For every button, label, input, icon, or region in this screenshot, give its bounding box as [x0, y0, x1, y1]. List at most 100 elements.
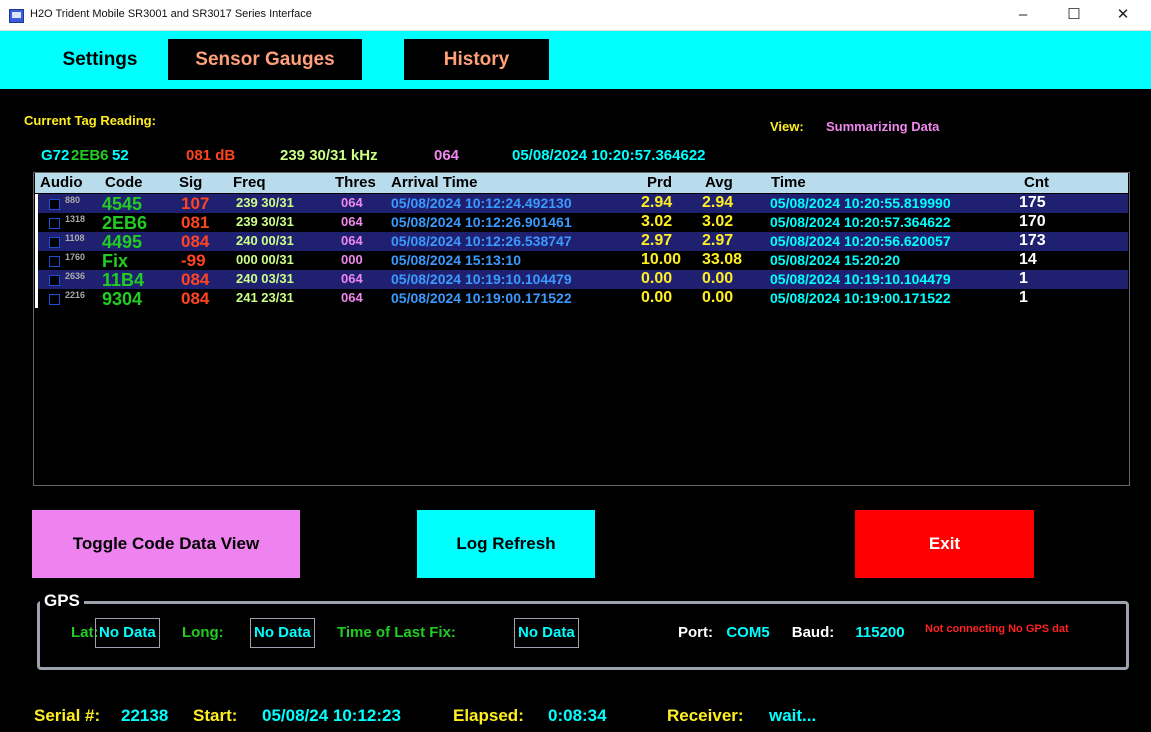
audio-checkbox[interactable]: [49, 294, 60, 305]
baud-value[interactable]: 115200: [846, 617, 914, 649]
row-audio-number: 880: [65, 195, 81, 205]
row-thres: 064: [341, 290, 363, 305]
row-cnt: 1: [1019, 289, 1028, 306]
row-freq: 240 00/31: [236, 233, 294, 248]
tag-table[interactable]: Audio Code Sig Freq Thres Arrival Time P…: [33, 172, 1130, 486]
table-row[interactable]: 1108 4495 084 240 00/31 064 05/08/2024 10:12:…: [35, 232, 1128, 252]
maximize-button[interactable]: ☐: [1057, 2, 1091, 28]
window-title: H2O Trident Mobile SR3001 and SR3017 Ser…: [30, 8, 312, 20]
row-freq: 240 03/31: [236, 271, 294, 286]
col-code[interactable]: Code: [105, 174, 143, 191]
long-label: Long:: [182, 624, 224, 641]
row-prd: 2.97: [641, 232, 673, 249]
baud-label: Baud:: [782, 617, 844, 649]
row-sig: 084: [181, 232, 210, 251]
current-frequency: 239 30/31 kHz: [280, 147, 378, 164]
audio-checkbox[interactable]: [49, 275, 60, 286]
row-marker: [35, 194, 38, 213]
row-time: 05/08/2024 10:20:55.819990: [770, 195, 951, 211]
row-code: 9304: [102, 289, 143, 309]
audio-checkbox[interactable]: [49, 256, 60, 267]
col-freq[interactable]: Freq: [233, 174, 266, 191]
receiver-value: wait...: [769, 706, 817, 725]
close-button[interactable]: ✕: [1106, 2, 1140, 28]
port-value[interactable]: COM5: [719, 617, 777, 649]
row-audio-number: 1108: [65, 233, 85, 243]
row-prd: 3.02: [641, 213, 673, 230]
row-sig: 107: [181, 194, 210, 213]
col-avg[interactable]: Avg: [705, 174, 733, 191]
col-audio[interactable]: Audio: [40, 174, 83, 191]
exit-button[interactable]: Exit: [855, 510, 1034, 578]
current-code-prefix: G72: [41, 147, 70, 164]
row-thres: 000: [341, 252, 363, 267]
table-row[interactable]: 1760 Fix -99 000 00/31 000 05/08/2024 15:13:1…: [35, 251, 1128, 271]
tab-history[interactable]: History: [404, 39, 549, 80]
col-cnt[interactable]: Cnt: [1024, 174, 1049, 191]
start-label: Start:: [193, 706, 238, 725]
row-marker: [35, 270, 38, 289]
row-audio-number: 1760: [65, 252, 86, 262]
row-time: 05/08/2024 10:19:10.104479: [770, 271, 951, 287]
row-cnt: 170: [1019, 213, 1046, 230]
table-header: Audio Code Sig Freq Thres Arrival Time P…: [35, 173, 1128, 193]
serial-label: Serial #:: [34, 706, 101, 725]
row-sig: 084: [181, 270, 210, 289]
row-cnt: 173: [1019, 232, 1046, 249]
row-cnt: 1: [1019, 270, 1028, 287]
long-value: No Data: [250, 618, 315, 648]
row-prd: 0.00: [641, 270, 673, 287]
receiver-label: Receiver:: [667, 706, 744, 725]
current-tag-label: Current Tag Reading:: [24, 113, 156, 128]
title-bar: H2O Trident Mobile SR3001 and SR3017 Ser…: [0, 0, 1151, 31]
row-prd: 0.00: [641, 289, 673, 306]
col-sig[interactable]: Sig: [179, 174, 202, 191]
tab-sensor-gauges[interactable]: Sensor Gauges: [168, 39, 362, 80]
port-label: Port:: [664, 617, 716, 649]
current-code-suffix: 52: [112, 147, 129, 164]
audio-checkbox[interactable]: [49, 199, 60, 210]
row-cnt: 175: [1019, 194, 1046, 211]
minimize-button[interactable]: –: [1006, 2, 1040, 28]
log-refresh-button[interactable]: Log Refresh: [417, 510, 595, 578]
current-time: 05/08/2024 10:20:57.364622: [512, 147, 706, 164]
col-thres[interactable]: Thres: [335, 174, 376, 191]
row-arrival-time: 05/08/2024 10:12:26.538747: [391, 233, 572, 249]
row-code: Fix: [102, 251, 129, 271]
col-arrival-time[interactable]: Arrival Time: [391, 174, 477, 191]
view-value: Summarizing Data: [826, 119, 940, 134]
row-arrival-time: 05/08/2024 10:12:24.492130: [391, 195, 572, 211]
row-prd: 10.00: [641, 251, 682, 268]
toggle-code-data-view-button[interactable]: Toggle Code Data View: [32, 510, 300, 578]
row-avg: 3.02: [702, 213, 734, 230]
row-marker: [35, 232, 38, 251]
col-prd[interactable]: Prd: [647, 174, 672, 191]
row-thres: 064: [341, 195, 363, 210]
table-row[interactable]: 1318 2EB6 081 239 30/31 064 05/08/2024 10:12:…: [35, 213, 1128, 233]
row-avg: 0.00: [702, 289, 734, 306]
audio-checkbox[interactable]: [49, 237, 60, 248]
elapsed-label: Elapsed:: [453, 706, 524, 725]
current-threshold: 064: [434, 147, 460, 164]
row-avg: 2.94: [702, 194, 734, 211]
table-row[interactable]: 2636 11B4 084 240 03/31 064 05/08/2024 10:19:…: [35, 270, 1128, 290]
row-code: 4495: [102, 232, 143, 252]
tab-settings[interactable]: Settings: [30, 39, 170, 80]
col-time[interactable]: Time: [771, 174, 806, 191]
row-sig: 084: [181, 289, 210, 308]
row-prd: 2.94: [641, 194, 673, 211]
row-avg: 33.08: [702, 251, 743, 268]
current-signal: 081 dB: [186, 147, 236, 164]
table-row[interactable]: 880 4545 107 239 30/31 064 05/08/2024 10:12:2…: [35, 194, 1128, 214]
row-cnt: 14: [1019, 251, 1037, 268]
row-time: 05/08/2024 15:20:20: [770, 252, 900, 268]
row-freq: 000 00/31: [236, 252, 294, 267]
row-code: 4545: [102, 194, 143, 214]
row-thres: 064: [341, 233, 363, 248]
table-row[interactable]: 2216 9304 084 241 23/31 064 05/08/2024 10:19:…: [35, 289, 1128, 309]
time-of-last-fix-value: No Data: [514, 618, 579, 648]
audio-checkbox[interactable]: [49, 218, 60, 229]
row-thres: 064: [341, 214, 363, 229]
time-of-last-fix-label: Time of Last Fix:: [337, 624, 456, 641]
row-audio-number: 1318: [65, 214, 86, 224]
